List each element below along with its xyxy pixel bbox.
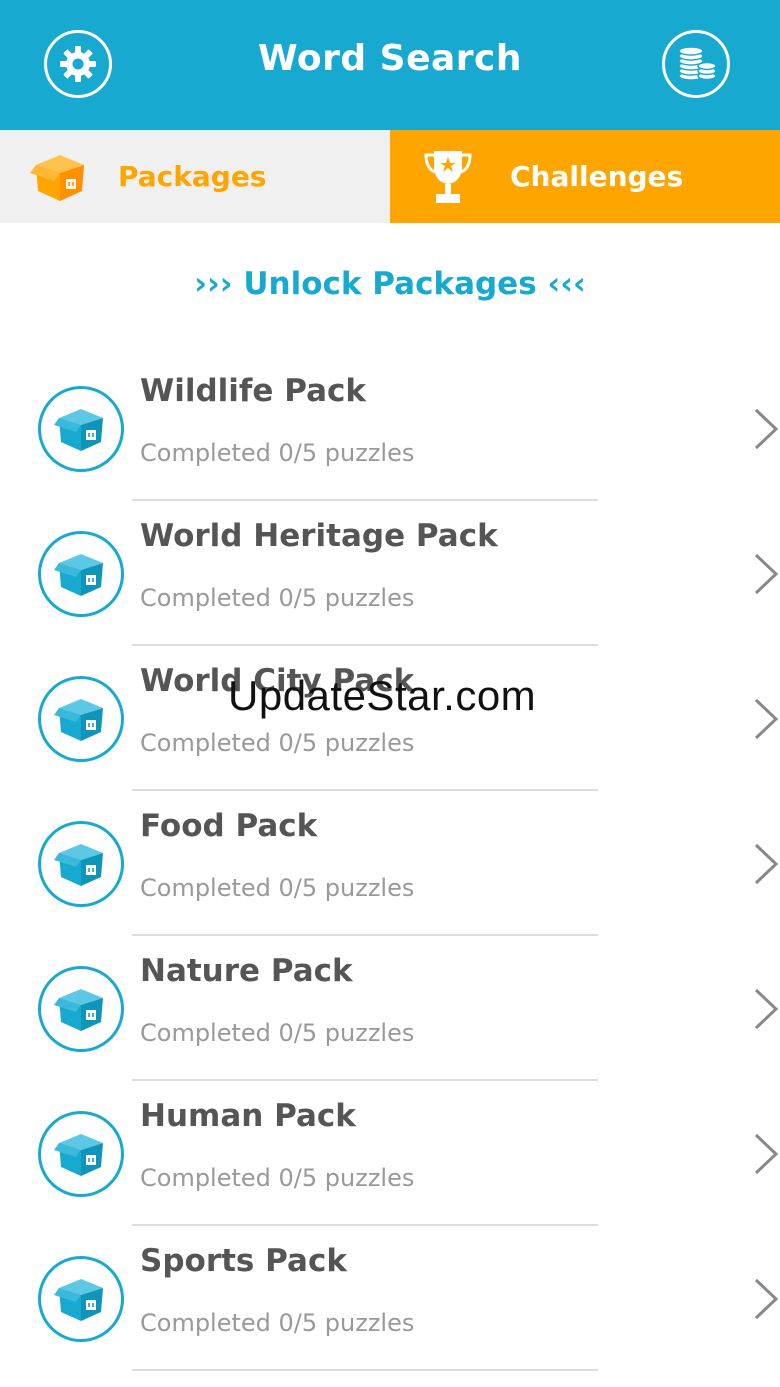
package-box-icon	[38, 386, 124, 472]
package-box-icon	[38, 821, 124, 907]
package-list: Wildlife Pack Completed 0/5 puzzles Worl…	[0, 355, 780, 1371]
watermark-text: UpdateStar.com	[228, 672, 537, 719]
unlock-packages-link[interactable]: ››› Unlock Packages ‹‹‹	[0, 266, 780, 302]
package-progress: Completed 0/5 puzzles	[140, 1309, 415, 1337]
package-name: Nature Pack	[140, 953, 353, 989]
package-name: Food Pack	[140, 808, 318, 844]
trophy-icon	[424, 150, 472, 203]
package-row[interactable]: Sports Pack Completed 0/5 puzzles	[0, 1225, 780, 1371]
package-box-icon	[38, 1111, 124, 1197]
package-row[interactable]: Nature Pack Completed 0/5 puzzles	[0, 935, 780, 1081]
tab-challenges-label: Challenges	[510, 160, 684, 193]
package-row[interactable]: Wildlife Pack Completed 0/5 puzzles	[0, 355, 780, 501]
chevron-right-icon	[754, 698, 779, 740]
box-icon	[30, 154, 84, 201]
chevron-right-icon	[754, 1133, 779, 1175]
package-name: Human Pack	[140, 1098, 356, 1134]
package-row[interactable]: World Heritage Pack Completed 0/5 puzzle…	[0, 500, 780, 646]
package-box-icon	[38, 676, 124, 762]
package-name: World Heritage Pack	[140, 518, 498, 554]
row-divider	[132, 1369, 598, 1371]
tab-packages-label: Packages	[118, 160, 267, 193]
chevron-right-icon	[754, 843, 779, 885]
chevron-right-icon	[754, 408, 779, 450]
tab-bar: Packages Challenges	[0, 130, 780, 223]
package-name: Wildlife Pack	[140, 373, 366, 409]
package-progress: Completed 0/5 puzzles	[140, 584, 415, 612]
package-name: Sports Pack	[140, 1243, 347, 1279]
package-progress: Completed 0/5 puzzles	[140, 729, 415, 757]
package-progress: Completed 0/5 puzzles	[140, 1019, 415, 1047]
chevron-right-icon	[754, 988, 779, 1030]
package-row[interactable]: Human Pack Completed 0/5 puzzles	[0, 1080, 780, 1226]
tab-packages[interactable]: Packages	[0, 130, 390, 223]
package-box-icon	[38, 1256, 124, 1342]
chevron-right-icon	[754, 553, 779, 595]
chevron-right-icon	[754, 1278, 779, 1320]
package-row[interactable]: Food Pack Completed 0/5 puzzles	[0, 790, 780, 936]
coins-button[interactable]	[662, 30, 730, 98]
app-header: Word Search	[0, 0, 780, 130]
package-progress: Completed 0/5 puzzles	[140, 874, 415, 902]
package-progress: Completed 0/5 puzzles	[140, 439, 415, 467]
tab-challenges[interactable]: Challenges	[390, 130, 780, 223]
coins-icon	[678, 46, 717, 81]
package-box-icon	[38, 966, 124, 1052]
package-box-icon	[38, 531, 124, 617]
package-progress: Completed 0/5 puzzles	[140, 1164, 415, 1192]
